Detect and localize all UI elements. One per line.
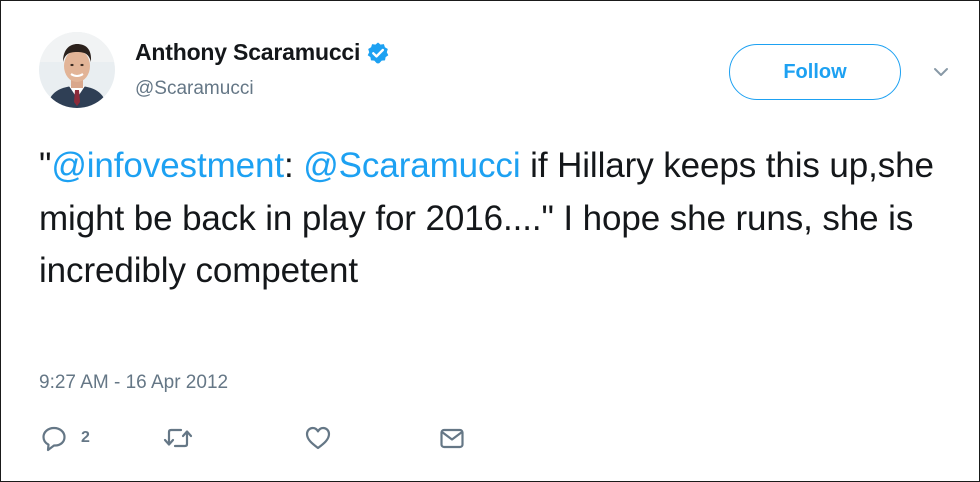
heart-icon xyxy=(303,423,333,453)
like-button[interactable] xyxy=(303,423,333,453)
direct-message-button[interactable] xyxy=(437,423,467,453)
retweet-button[interactable] xyxy=(161,423,195,453)
open-quote: " xyxy=(39,146,52,185)
display-name[interactable]: Anthony Scaramucci xyxy=(135,39,360,66)
tweet-text: "@infovestment: @Scaramucci if Hillary k… xyxy=(39,140,939,298)
tweet-card: Anthony Scaramucci @Scaramucci Follow "@… xyxy=(0,0,980,482)
name-row: Anthony Scaramucci xyxy=(135,39,390,66)
reply-count: 2 xyxy=(81,429,90,446)
mention-scaramucci[interactable]: @Scaramucci xyxy=(303,146,520,185)
chevron-down-icon[interactable] xyxy=(929,63,953,83)
tweet-actions: 2 xyxy=(39,423,539,455)
tweet-colon: : xyxy=(284,146,304,185)
follow-button[interactable]: Follow xyxy=(729,44,901,100)
reply-button[interactable]: 2 xyxy=(39,423,90,453)
verified-badge-icon xyxy=(366,41,390,65)
profile-photo xyxy=(39,32,115,108)
avatar[interactable] xyxy=(39,32,115,108)
envelope-icon xyxy=(437,423,467,453)
user-handle[interactable]: @Scaramucci xyxy=(135,78,254,100)
mention-infovestment[interactable]: @infovestment xyxy=(51,146,284,185)
retweet-icon xyxy=(161,423,195,453)
reply-icon xyxy=(39,423,69,453)
tweet-timestamp[interactable]: 9:27 AM - 16 Apr 2012 xyxy=(39,372,228,394)
